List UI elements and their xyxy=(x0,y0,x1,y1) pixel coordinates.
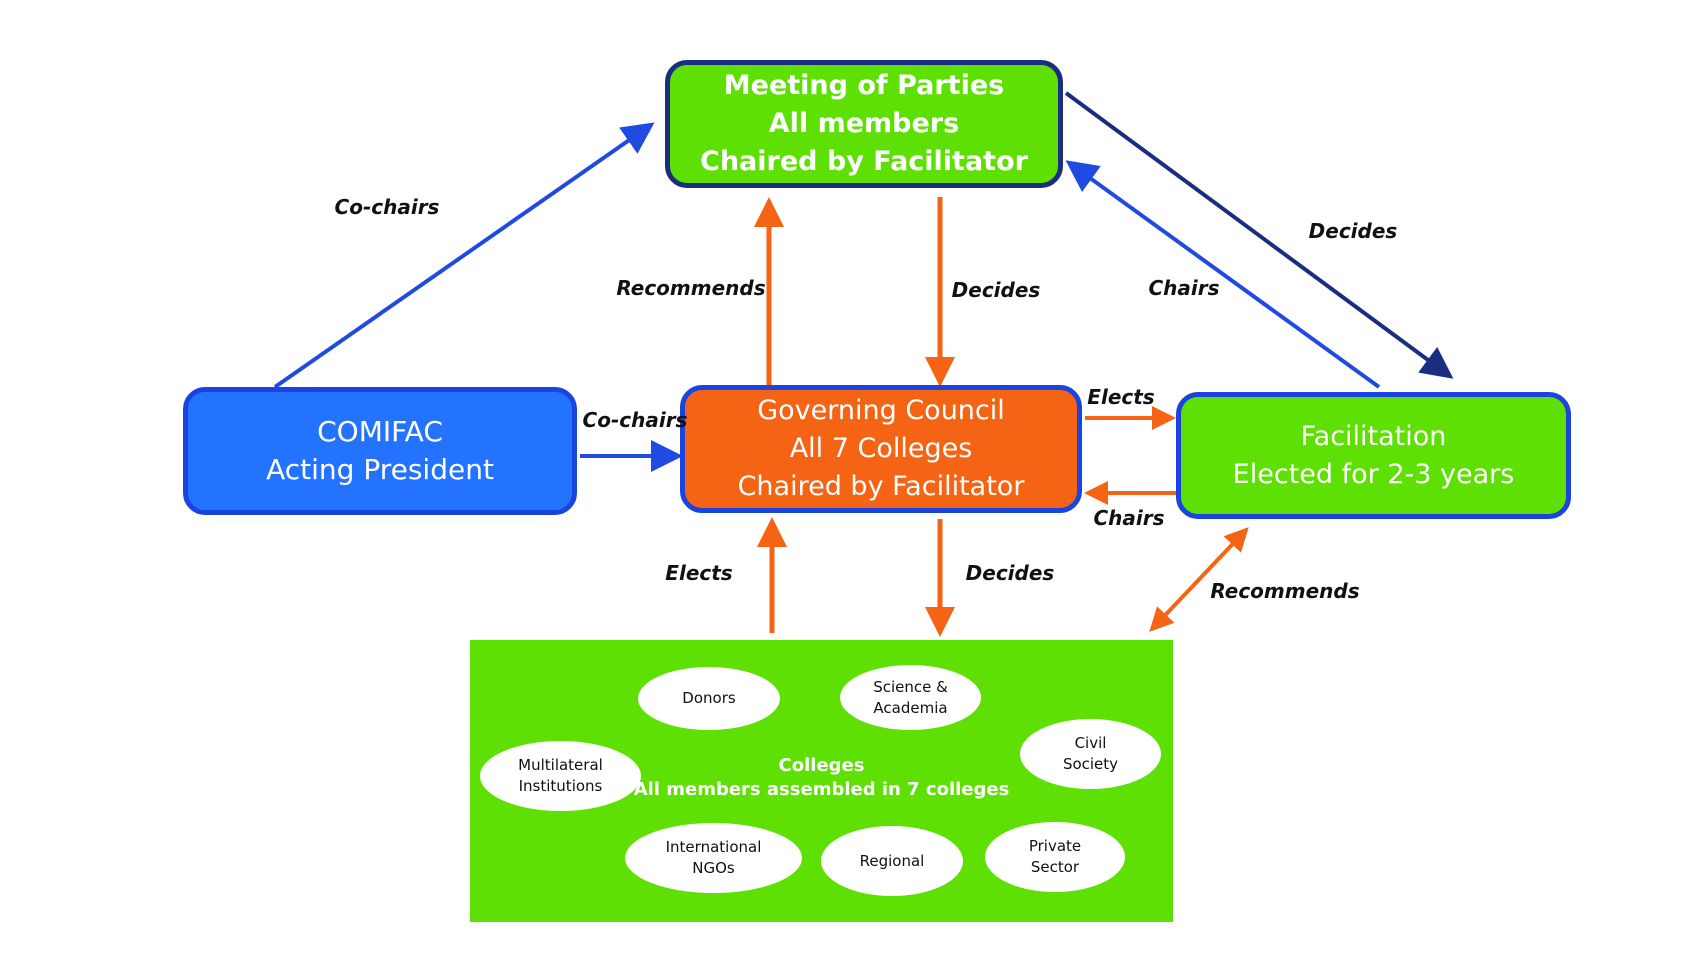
college-private-line-2: Sector xyxy=(1030,858,1080,876)
mop-line-2: All members xyxy=(768,108,960,139)
college-international-ngos: International NGOs xyxy=(625,823,802,893)
college-donors-line-1: Donors xyxy=(682,689,736,707)
colleges-node: Colleges All members assembled in 7 coll… xyxy=(470,640,1173,922)
edge-label-colleges-gc: Elects xyxy=(665,561,733,585)
mop-line-3: Chaired by Facilitator xyxy=(700,146,1028,177)
facilitation-line-1: Facilitation xyxy=(1300,420,1447,452)
college-science-line-2: Academia xyxy=(873,698,948,717)
edge-label-facilitation-gc: Chairs xyxy=(1093,506,1165,530)
college-multilateral-line-2: Institutions xyxy=(518,777,603,795)
arrow-comifac-to-mop xyxy=(273,122,655,389)
gc-line-1: Governing Council xyxy=(757,395,1005,426)
edge-label-mop-facilitation: Decides xyxy=(1308,219,1398,243)
college-private-line-1: Private xyxy=(1028,837,1082,855)
arrow-facilitation-to-mop xyxy=(1065,160,1381,389)
college-civil-line-2: Society xyxy=(1062,755,1119,773)
college-multilateral-institutions: Multilateral Institutions xyxy=(480,741,641,811)
college-regional: Regional xyxy=(821,826,963,896)
edge-label-facilitation-colleges: Recommends xyxy=(1210,579,1360,603)
college-civil-society: Civil Society xyxy=(1020,719,1161,789)
college-private-sector: Private Sector xyxy=(985,822,1125,892)
facilitation-node: Facilitation Elected for 2-3 years xyxy=(1176,392,1571,519)
edge-label-comifac-gc: Co-chairs xyxy=(582,408,688,432)
college-ingo-line-1: International xyxy=(665,838,762,856)
gc-line-2: All 7 Colleges xyxy=(789,433,973,464)
edge-label-facilitation-mop: Chairs xyxy=(1148,276,1220,300)
meeting-of-parties-node: Meeting of Parties All members Chaired b… xyxy=(665,60,1063,188)
college-regional-line-1: Regional xyxy=(859,851,925,870)
college-civil-line-1: Civil xyxy=(1074,734,1107,752)
college-multilateral-line-1: Multilateral xyxy=(518,756,603,774)
college-ingo-line-2: NGOs xyxy=(692,859,735,877)
edge-label-comifac-mop: Co-chairs xyxy=(334,195,440,219)
governing-council-node: Governing Council All 7 Colleges Chaired… xyxy=(680,385,1082,513)
college-science-line-1: Science & xyxy=(873,677,948,696)
college-donors: Donors xyxy=(638,667,780,730)
gc-line-3: Chaired by Facilitator xyxy=(737,471,1025,502)
mop-line-1: Meeting of Parties xyxy=(723,70,1005,101)
edge-label-gc-mop: Recommends xyxy=(616,276,766,300)
edge-label-mop-gc: Decides xyxy=(951,278,1041,302)
edge-label-gc-colleges: Decides xyxy=(965,561,1055,585)
comifac-node: COMIFAC Acting President xyxy=(183,387,577,515)
comifac-line-2: Acting President xyxy=(266,453,494,486)
comifac-line-1: COMIFAC xyxy=(317,415,443,448)
college-science-academia: Science & Academia xyxy=(840,665,981,730)
edge-label-gc-facilitation: Elects xyxy=(1087,385,1155,409)
facilitation-line-2: Elected for 2-3 years xyxy=(1232,458,1515,490)
